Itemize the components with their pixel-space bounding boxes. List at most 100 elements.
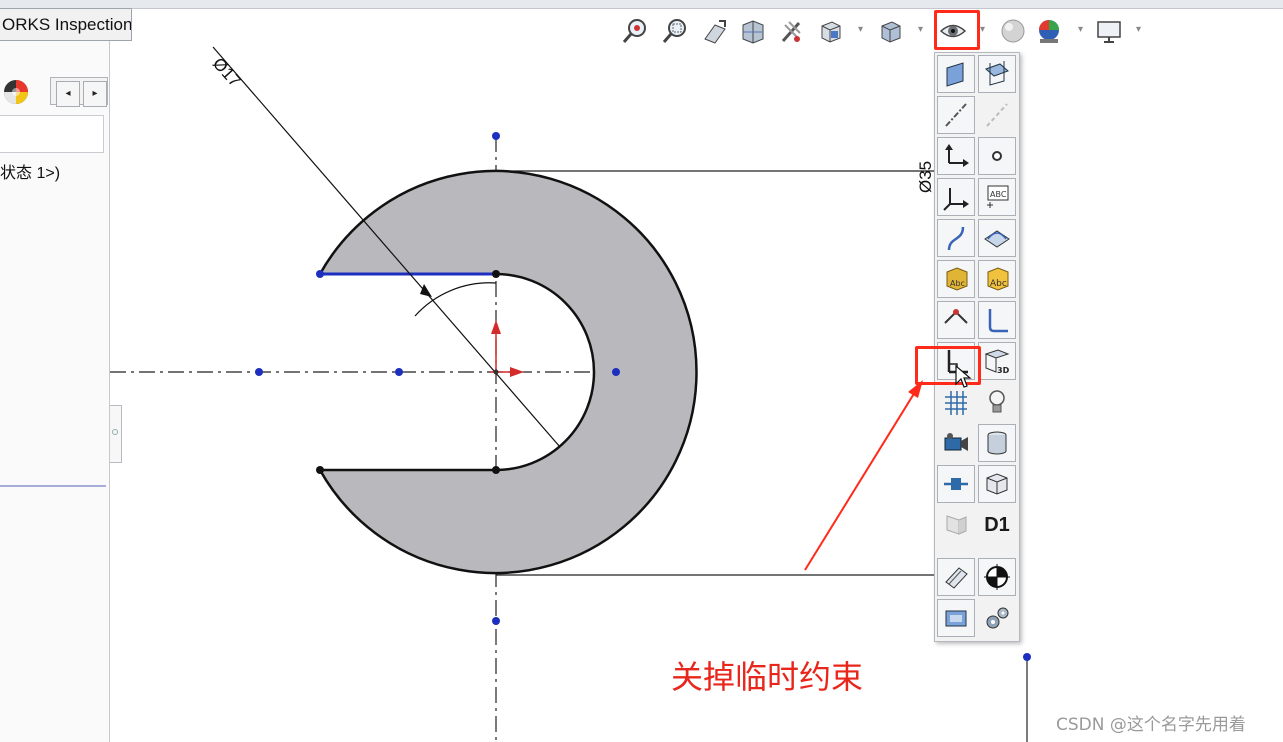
weld-bead-icon (986, 473, 1008, 495)
sketch-dimension-icon (945, 567, 968, 589)
menu-item-view-routing-points[interactable] (937, 301, 975, 339)
sketch-vertex[interactable] (492, 270, 500, 278)
origin-y-arrow (491, 320, 501, 334)
coordinate-system-icon (943, 188, 969, 211)
vertical-dimension-label[interactable]: Ø35 (916, 161, 936, 193)
menu-item-view-mates[interactable] (937, 599, 975, 637)
origin-x-arrow (510, 367, 524, 377)
center-of-mass-icon (984, 564, 1010, 590)
menu-item-view-parting-lines[interactable]: Abc (937, 260, 975, 298)
menu-item-view-bodies[interactable] (978, 424, 1016, 462)
mates-icon (945, 610, 967, 627)
sheet-metal-icon (946, 515, 967, 535)
view-orientation-caret-icon[interactable]: ▾ (858, 24, 863, 35)
point-icon (992, 151, 1002, 161)
svg-text:ABC: ABC (990, 190, 1007, 199)
sketch-vertex-selected[interactable] (316, 270, 324, 278)
hide-show-caret-icon[interactable]: ▾ (980, 24, 985, 35)
magnifier-zoom-area-icon (662, 19, 686, 43)
menu-item-view-origins[interactable] (937, 137, 975, 175)
surface-icon (984, 230, 1010, 248)
menu-item-view-annotations[interactable]: ABC (978, 178, 1016, 216)
graphics-area[interactable] (0, 0, 1283, 742)
appearance-sphere-icon (1001, 19, 1025, 43)
d1-label: D1 (984, 513, 1010, 536)
watermark-text: CSDN @这个名字先用着 (1056, 715, 1246, 735)
display-style-caret-icon[interactable]: ▾ (918, 24, 923, 35)
gear-icon (986, 607, 1009, 629)
menu-item-view-center-of-mass[interactable] (978, 558, 1016, 596)
parting-line-icon: Abc (946, 267, 968, 291)
view-orientation-cube-icon (821, 21, 841, 43)
sketch-point[interactable] (1023, 653, 1031, 661)
section-view-button[interactable] (738, 16, 768, 46)
origin-icon (945, 144, 969, 167)
view-settings-caret-icon[interactable]: ▾ (1136, 24, 1141, 35)
menu-item-view-cameras[interactable] (937, 424, 975, 462)
zoom-to-area-button[interactable] (660, 16, 690, 46)
sketch-vertex[interactable] (492, 466, 500, 474)
routing-point-icon (944, 309, 968, 324)
menu-item-view-3d-sketch-planes[interactable]: 3D (978, 342, 1016, 380)
center-point[interactable] (493, 369, 499, 375)
menu-item-view-primary-dimensions[interactable]: D1 (978, 506, 1016, 544)
section-view-icon (742, 20, 764, 44)
display-style-button[interactable] (876, 16, 906, 46)
dynamic-annotation-views-button[interactable] (776, 16, 806, 46)
zoom-to-fit-button[interactable] (620, 16, 650, 46)
previous-view-button[interactable] (700, 16, 730, 46)
scene-ball-icon (1039, 20, 1059, 43)
menu-item-view-temporary-axes[interactable] (978, 96, 1016, 134)
grid-icon (945, 391, 967, 415)
annotation-icon: ABC (987, 185, 1009, 208)
cylinder-icon (987, 431, 1007, 455)
all-planes-icon (985, 61, 1009, 86)
decal-icon: Abc (987, 267, 1009, 291)
sketch-vertex[interactable] (316, 466, 324, 474)
svg-text:3D: 3D (997, 366, 1010, 375)
menu-item-view-sheet-metal[interactable] (937, 506, 975, 544)
menu-item-view-all-planes[interactable] (978, 55, 1016, 93)
sketch-point[interactable] (492, 617, 500, 625)
menu-item-view-surfaces[interactable] (978, 219, 1016, 257)
sketch-point[interactable] (612, 368, 620, 376)
menu-item-view-gears[interactable] (978, 599, 1016, 637)
menu-item-view-curves[interactable] (937, 219, 975, 257)
menu-item-view-decals[interactable]: Abc (978, 260, 1016, 298)
menu-item-view-axes[interactable] (937, 96, 975, 134)
annotation-arrow-shaft-2 (804, 391, 916, 571)
svg-text:Abc: Abc (990, 279, 1007, 289)
edit-appearance-button[interactable] (998, 16, 1028, 46)
dynamic-annotation-icon (781, 21, 801, 42)
temporary-axes-icon (986, 103, 1008, 127)
menu-item-view-dimension-names[interactable] (937, 465, 975, 503)
highlight-box-hide-show (934, 10, 980, 50)
menu-item-view-sketches[interactable] (978, 301, 1016, 339)
dimension-name-icon (944, 478, 968, 490)
curve-icon (947, 226, 965, 251)
lightbulb-icon (989, 390, 1005, 413)
magnifier-zoom-fit-icon (622, 19, 646, 43)
dimension-arc (414, 282, 497, 317)
mouse-cursor-icon (955, 364, 972, 388)
dimension-arrowhead (420, 284, 432, 297)
menu-item-view-coordinate-systems[interactable] (937, 178, 975, 216)
display-style-cube-icon (881, 21, 901, 43)
previous-view-icon (704, 20, 726, 44)
sketch-point[interactable] (492, 132, 500, 140)
annotation-caption: 关掉临时约束 (671, 658, 864, 696)
sketch-point[interactable] (395, 368, 403, 376)
apply-scene-button[interactable] (1034, 16, 1064, 46)
svg-text:Abc: Abc (950, 279, 965, 288)
view-settings-button[interactable] (1094, 16, 1124, 46)
sketch-point[interactable] (255, 368, 263, 376)
view-orientation-button[interactable] (816, 16, 846, 46)
menu-item-view-planes[interactable] (937, 55, 975, 93)
scene-caret-icon[interactable]: ▾ (1078, 24, 1083, 35)
menu-item-view-sketch-dimensions[interactable] (937, 558, 975, 596)
menu-item-view-lights[interactable] (978, 383, 1016, 421)
plane-icon (946, 62, 964, 87)
menu-item-view-points[interactable] (978, 137, 1016, 175)
heads-up-view-toolbar: ▾ ▾ ▾ ▾ ▾ (620, 12, 1160, 50)
menu-item-view-weld-beads[interactable] (978, 465, 1016, 503)
